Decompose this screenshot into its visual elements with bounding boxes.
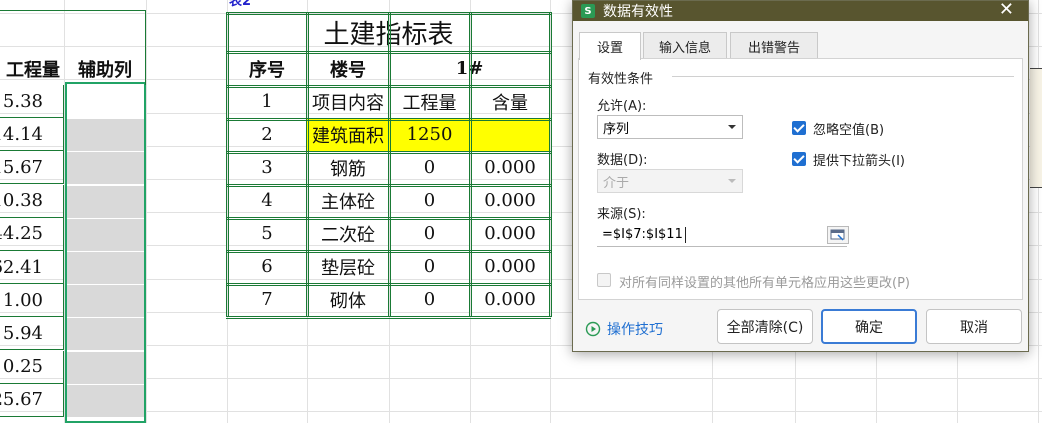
table-border <box>228 12 229 317</box>
dialog-titlebar[interactable]: S 数据有效性 ✕ <box>573 0 1028 21</box>
table-border <box>306 12 307 317</box>
table-cell-qty[interactable]: 0 <box>389 184 470 217</box>
tab-input-message[interactable]: 输入信息 <box>643 32 727 59</box>
tab-error-alert[interactable]: 出错警告 <box>730 32 818 59</box>
range-select-icon <box>830 229 845 241</box>
data-select[interactable]: 介于 <box>597 169 743 193</box>
table-border <box>226 318 551 319</box>
table-cell-qty[interactable]: 0 <box>389 283 470 316</box>
table-border <box>551 12 552 317</box>
allow-label: 允许(A): <box>597 99 647 114</box>
table-cell-qty[interactable]: 1250 <box>389 118 470 151</box>
table-cell-content[interactable]: 0.000 <box>470 184 550 217</box>
table-border <box>388 12 389 317</box>
app-logo-icon: S <box>581 4 595 18</box>
table-cell-content[interactable]: 0.000 <box>470 250 550 283</box>
table-border <box>390 12 391 317</box>
tips-label: 操作技巧 <box>607 322 663 338</box>
source-input-value: =$I$7:$I$11 <box>602 227 683 242</box>
data-validation-dialog: S 数据有效性 ✕ 设置 输入信息 出错警告 有效性条件 允许(A): 序列 数… <box>572 0 1029 352</box>
table-cell-no[interactable]: 2 <box>227 118 307 151</box>
table-cell-no[interactable]: 4 <box>227 184 307 217</box>
table-cell-no[interactable]: 6 <box>227 250 307 283</box>
data-label: 数据(D): <box>597 153 648 168</box>
dialog-title: 数据有效性 <box>603 4 673 20</box>
index-table: 表2 土建指标表 序号 楼号 1# 1项目内容工程量含量2建筑面积12503钢筋… <box>0 0 560 423</box>
tab-error-alert-label: 出错警告 <box>747 40 800 56</box>
table-cell-qty[interactable]: 0 <box>389 217 470 250</box>
range-select-button[interactable] <box>827 226 849 244</box>
table-cell-name[interactable]: 砌体 <box>307 283 389 316</box>
table-cell-no[interactable]: 7 <box>227 283 307 316</box>
table-border <box>308 12 309 317</box>
table-cell-content[interactable]: 0.000 <box>470 151 550 184</box>
apply-all-label[interactable]: 对所有同样设置的其他所有单元格应用这些更改(P) <box>619 272 910 291</box>
table-cell-name[interactable]: 钢筋 <box>307 151 389 184</box>
source-label: 来源(S): <box>597 207 646 222</box>
table-cell-name[interactable]: 垫层砼 <box>307 250 389 283</box>
table-cell-qty[interactable]: 0 <box>389 151 470 184</box>
table-cell-no[interactable]: 3 <box>227 151 307 184</box>
ignore-blank-checkbox[interactable] <box>792 121 806 135</box>
text-cursor <box>684 226 686 243</box>
tips-link[interactable]: 操作技巧 <box>585 319 663 339</box>
tab-settings-label: 设置 <box>596 41 623 56</box>
chevron-down-icon <box>728 125 736 129</box>
table-cell-name[interactable]: 二次砼 <box>307 217 389 250</box>
table-border <box>469 12 470 317</box>
table-cell-no[interactable]: 5 <box>227 217 307 250</box>
right-edge-block <box>1030 68 1042 188</box>
section-divider <box>672 76 1014 77</box>
header-serial[interactable]: 序号 <box>227 52 307 85</box>
allow-select-value: 序列 <box>603 121 630 137</box>
cancel-button[interactable]: 取消 <box>926 309 1022 344</box>
source-input[interactable]: =$I$7:$I$11 <box>597 223 847 247</box>
allow-select[interactable]: 序列 <box>597 115 743 139</box>
table-cell-name[interactable]: 建筑面积 <box>307 118 389 151</box>
close-icon[interactable]: ✕ <box>999 0 1014 20</box>
dropdown-arrow-checkbox[interactable] <box>792 152 806 166</box>
header-building[interactable]: 楼号 <box>307 52 389 85</box>
table-cell-name[interactable]: 主体砼 <box>307 184 389 217</box>
table-cell-name[interactable]: 项目内容 <box>307 85 389 118</box>
play-icon <box>585 321 601 337</box>
table-border <box>549 12 550 317</box>
chevron-down-icon <box>728 179 736 183</box>
ignore-blank-label[interactable]: 忽略空值(B) <box>813 119 884 138</box>
table-cell-content[interactable]: 0.000 <box>470 217 550 250</box>
apply-all-checkbox[interactable] <box>597 273 611 287</box>
table-cell-qty[interactable]: 工程量 <box>389 85 470 118</box>
table-cell-content[interactable]: 0.000 <box>470 283 550 316</box>
section-title: 有效性条件 <box>588 72 654 87</box>
dropdown-arrow-label[interactable]: 提供下拉箭头(I) <box>813 150 905 169</box>
table-cell-no[interactable]: 1 <box>227 85 307 118</box>
table-cell-content[interactable]: 含量 <box>470 85 550 118</box>
tab-settings[interactable]: 设置 <box>579 32 641 60</box>
tab-input-message-label: 输入信息 <box>658 40 711 56</box>
ok-button[interactable]: 确定 <box>821 309 917 344</box>
table-cell-qty[interactable]: 0 <box>389 250 470 283</box>
table-partial-title: 表2 <box>229 0 252 9</box>
table-border <box>471 12 472 317</box>
table-border <box>226 12 227 317</box>
data-select-value: 介于 <box>603 175 630 191</box>
clear-all-button[interactable]: 全部清除(C) <box>717 309 813 344</box>
table-cell-content[interactable] <box>470 118 550 151</box>
settings-panel: 有效性条件 允许(A): 序列 数据(D): 介于 忽略空值(B) 提供下拉箭头… <box>578 58 1023 300</box>
